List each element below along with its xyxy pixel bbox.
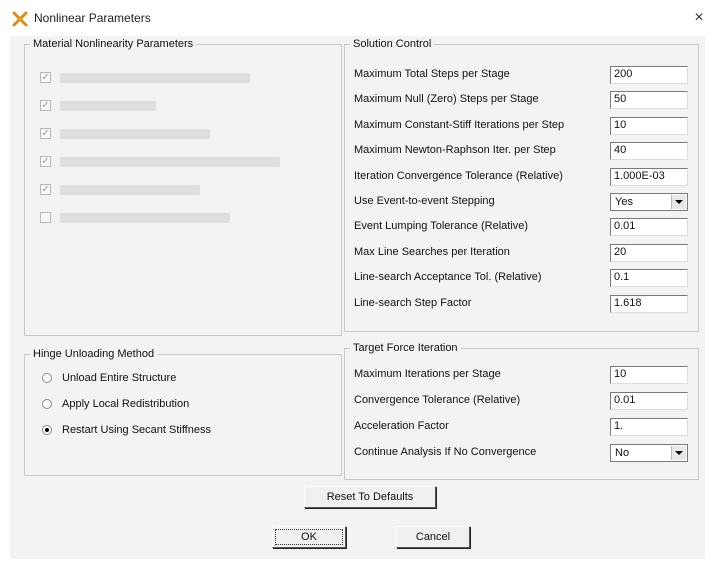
material-option-checkbox[interactable]: ✓ [40,184,51,195]
material-option-checkbox[interactable] [40,212,51,223]
target-row-label: Acceleration Factor [354,420,449,432]
event-stepping-value: Yes [615,196,633,208]
continue-analysis-dropdown[interactable]: No [610,444,688,462]
solution-row-input[interactable]: 1.618 [610,294,688,313]
solution-row-input[interactable]: 200 [610,66,688,84]
solution-row-input[interactable]: 1.000E-03 [610,167,688,186]
solution-row-input[interactable]: 0.01 [610,218,688,237]
material-option-checkbox[interactable]: ✓ [40,128,51,139]
solution-row-label: Max Line Searches per Iteration [354,245,510,258]
target-row-label: Convergence Tolerance (Relative) [354,394,521,406]
solution-row-label: Maximum Total Steps per Stage [354,68,510,80]
target-row-input[interactable]: 0.01 [610,392,688,410]
solution-row-label: Maximum Constant-Stiff Iterations per St… [354,118,565,131]
cancel-button[interactable]: Cancel [396,526,470,548]
material-option-label-blurred [60,213,230,223]
material-option-label-blurred [60,129,210,139]
hinge-option-label: Restart Using Secant Stiffness [62,424,211,436]
solution-control-group [344,44,699,332]
solution-row-label: Event Lumping Tolerance (Relative) [354,220,529,233]
material-option-label-blurred [60,73,250,83]
solution-row-label: Line-search Acceptance Tol. (Relative) [354,271,542,284]
title-bar: Nonlinear Parameters × [0,0,715,36]
hinge-unloading-title: Hinge Unloading Method [30,348,158,360]
material-option-checkbox[interactable]: ✓ [40,100,51,111]
solution-row-label: Maximum Newton-Raphson Iter. per Step [354,144,556,157]
continue-analysis-value: No [615,447,630,459]
material-option-label-blurred [60,101,156,111]
solution-row-input[interactable]: 10 [610,116,688,135]
material-option-label-blurred [60,185,200,195]
material-nonlinearity-title: Material Nonlinearity Parameters [30,38,197,50]
chevron-down-icon[interactable] [671,195,686,209]
hinge-option-radio[interactable] [42,425,52,435]
solution-row-input[interactable]: 20 [610,243,688,262]
event-stepping-dropdown[interactable]: Yes [610,193,688,211]
close-icon[interactable]: × [690,9,708,27]
solution-control-title: Solution Control [350,38,435,50]
hinge-option-label: Unload Entire Structure [62,372,177,384]
window-title: Nonlinear Parameters [34,11,151,25]
target-row-input[interactable]: 1. [610,418,688,436]
sap-x-icon [12,11,28,27]
target-row-label: Continue Analysis If No Convergence [354,446,537,458]
material-option-checkbox[interactable]: ✓ [40,156,51,167]
target-force-title: Target Force Iteration [350,342,461,354]
material-option-checkbox[interactable]: ✓ [40,72,51,83]
solution-row-label: Use Event-to-event Stepping [354,195,495,207]
material-option-label-blurred [60,157,280,167]
target-row-label: Maximum Iterations per Stage [354,368,501,380]
hinge-option-radio[interactable] [42,373,52,383]
solution-row-label: Line-search Step Factor [354,296,472,309]
dialog-body: Material Nonlinearity Parameters ✓ ✓ ✓ ✓ ✓ H… [10,36,705,559]
hinge-option-radio[interactable] [42,399,52,409]
solution-row-label: Iteration Convergence Tolerance (Relativ… [354,169,563,182]
chevron-down-icon[interactable] [671,446,686,460]
solution-row-input[interactable]: 40 [610,142,688,161]
hinge-option-label: Apply Local Redistribution [62,398,190,410]
target-row-input[interactable]: 10 [610,366,688,384]
reset-to-defaults-button[interactable]: Reset To Defaults [304,486,436,508]
ok-button[interactable]: OK [272,526,346,548]
solution-row-input[interactable]: 50 [610,91,688,110]
solution-row-label: Maximum Null (Zero) Steps per Stage [354,93,539,106]
solution-row-input[interactable]: 0.1 [610,269,688,288]
